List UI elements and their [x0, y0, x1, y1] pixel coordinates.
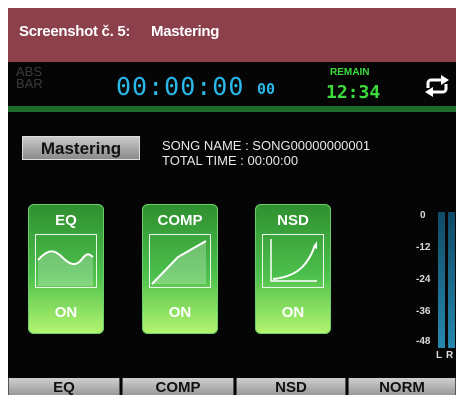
eq-tile-label: EQ — [55, 212, 77, 229]
remain-value: 12:34 — [326, 82, 381, 103]
figure: Screenshot č. 5: Mastering ABS BAR 00:00… — [0, 0, 456, 395]
figure-caption: Screenshot č. 5: Mastering — [8, 8, 456, 62]
meter-channel-right: R — [446, 350, 454, 361]
meter-bar-right — [448, 212, 455, 348]
nsd-tile[interactable]: NSD ON — [255, 204, 331, 334]
loop-icon[interactable] — [422, 74, 452, 98]
device-screen: ABS BAR 00:00:00 00 REMAIN 12:34 Masteri… — [8, 62, 456, 395]
caption-title: Mastering — [151, 23, 220, 40]
eq-graph — [35, 234, 97, 288]
remain-label: REMAIN — [330, 67, 370, 78]
meter-bar-left — [438, 212, 445, 348]
meter-scale-48: -48 — [416, 336, 431, 347]
meter-scale-0: 0 — [420, 210, 426, 221]
nsd-tile-label: NSD — [277, 212, 309, 229]
total-time: TOTAL TIME : 00:00:00 — [162, 153, 299, 168]
meter-channel-left: L — [436, 350, 443, 361]
mastering-button[interactable]: Mastering — [22, 136, 140, 160]
comp-state: ON — [168, 304, 192, 321]
comp-graph — [149, 234, 211, 288]
nsd-curve-icon — [270, 239, 317, 282]
meter-scale-12: -12 — [416, 242, 431, 253]
caption-label: Screenshot č. 5: — [19, 23, 131, 40]
bar-label: BAR — [16, 76, 43, 91]
comp-tile[interactable]: COMP ON — [142, 204, 218, 334]
nsd-button[interactable]: NSD — [236, 378, 346, 395]
position-bar — [8, 106, 456, 112]
eq-button[interactable]: EQ — [8, 378, 120, 395]
song-info: SONG NAME : SONG00000000001 TOTAL TIME :… — [162, 138, 370, 168]
frame-counter: 00 — [257, 80, 276, 98]
eq-curve-icon — [37, 250, 94, 286]
comp-tile-label: COMP — [157, 212, 203, 229]
eq-state: ON — [54, 304, 78, 321]
nsd-state: ON — [281, 304, 305, 321]
song-name: SONG NAME : SONG00000000001 — [162, 138, 371, 153]
nsd-graph — [262, 234, 324, 288]
comp-button[interactable]: COMP — [122, 378, 234, 395]
norm-button[interactable]: NORM — [348, 378, 456, 395]
abs-bar-toggle[interactable]: ABS BAR — [16, 65, 43, 91]
meter-scale-24: -24 — [416, 274, 431, 285]
meter-scale-36: -36 — [416, 306, 431, 317]
time-counter: 00:00:00 — [116, 72, 245, 101]
comp-curve-icon — [151, 240, 207, 285]
eq-tile[interactable]: EQ ON — [28, 204, 104, 334]
